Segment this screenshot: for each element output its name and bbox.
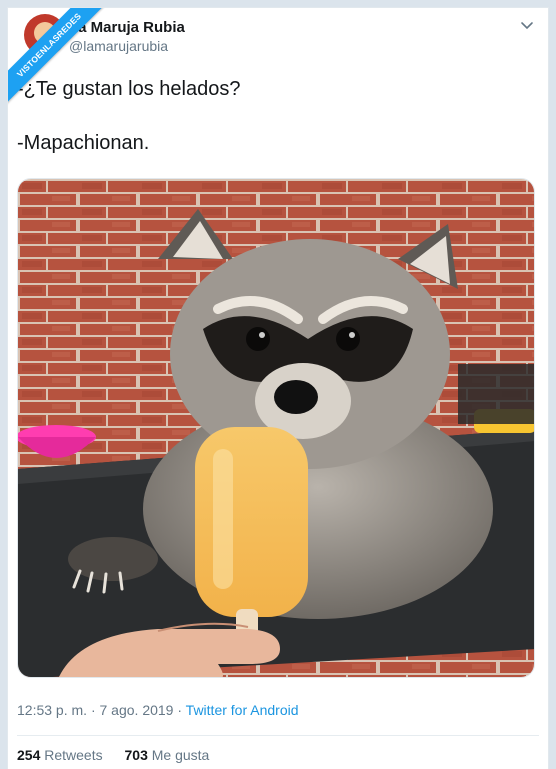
meta-separator: · xyxy=(90,702,96,718)
retweets-count: 254 xyxy=(17,747,41,763)
tweet-date[interactable]: 7 ago. 2019 xyxy=(100,702,174,718)
likes-count: 703 xyxy=(124,747,148,763)
tweet-card: VISTOENLASREDES La Maruja Rubia @lamaruj… xyxy=(7,7,549,769)
tweet-meta: 12:53 p. m. · 7 ago. 2019 · Twitter for … xyxy=(17,702,299,718)
tweet-stats: 254 Retweets 703 Me gusta xyxy=(17,747,227,763)
likes-stat[interactable]: 703 Me gusta xyxy=(125,747,210,763)
divider xyxy=(17,735,539,736)
retweets-label: Retweets xyxy=(44,747,103,763)
likes-label: Me gusta xyxy=(151,747,210,763)
meta-separator: · xyxy=(177,702,183,718)
tweet-source-link[interactable]: Twitter for Android xyxy=(186,702,299,718)
chevron-down-icon[interactable] xyxy=(520,18,534,32)
retweets-stat[interactable]: 254 Retweets xyxy=(17,747,107,763)
raccoon-photo-illustration xyxy=(18,179,534,677)
tweet-text-line-1: -¿Te gustan los helados? xyxy=(17,78,241,100)
tweet-photo[interactable] xyxy=(17,178,535,678)
user-handle[interactable]: @lamarujarubia xyxy=(69,38,168,54)
tweet-time[interactable]: 12:53 p. m. xyxy=(17,702,87,718)
tweet-text-line-2: -Mapachionan. xyxy=(17,132,150,154)
